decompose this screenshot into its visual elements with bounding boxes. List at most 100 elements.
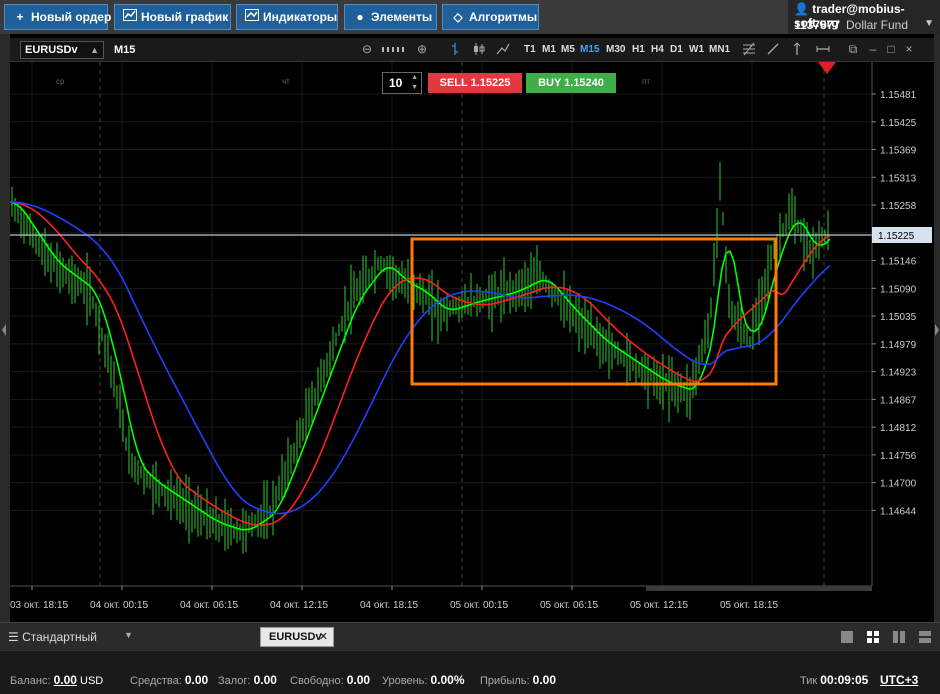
close-tab-icon[interactable]: ✕ [319,628,328,646]
right-panel-strip [934,34,940,622]
chevron-down-icon: ▲ [90,45,99,55]
moving-average-line [10,201,831,531]
layout-columns-icon[interactable] [892,630,906,644]
day-label: чт [282,77,290,86]
left-panel-strip [0,34,10,622]
moving-averages [10,201,831,531]
timeframe-m30[interactable]: M30 [606,44,625,55]
time-tick-label: 05 окт. 00:15 [450,600,508,611]
menu-icon: ☰ [8,630,19,644]
time-tick-label: 03 окт. 18:15 [10,600,68,611]
algorithms-icon: ◇ [453,10,463,24]
zoom-out-icon[interactable]: ⊖ [360,42,374,56]
margin-level-status: Уровень: 0.00% [382,673,465,687]
current-price-label: 1.15225 [878,231,915,242]
time-tick-label: 05 окт. 18:15 [720,600,778,611]
timeframe-d1[interactable]: D1 [670,44,683,55]
time-marker-triangle[interactable] [818,62,836,74]
new-chart-button[interactable]: Новый график [114,4,231,30]
time-tick-label: 04 окт. 12:15 [270,600,328,611]
algorithms-button[interactable]: ◇ Алгоритмы [442,4,539,30]
quantity-input[interactable]: 10 ▲ ▼ [382,72,422,94]
dropdown-arrow-icon: ▼ [924,18,934,29]
elements-button[interactable]: ● Элементы [344,4,437,30]
zoom-in-icon[interactable]: ⊕ [415,42,429,56]
line-chart-icon[interactable] [496,42,510,56]
layout-rows-icon[interactable] [918,630,932,644]
stepper-icon[interactable]: ▲ ▼ [411,73,418,93]
candlestick-icon[interactable] [472,42,486,56]
account-name: Dollar Fund [846,18,909,32]
close-icon[interactable]: × [902,42,916,56]
timeframe-m1[interactable]: M1 [542,44,556,55]
price-axis: 1.15481 1.15425 1.15369 1.15313 1.15258 1.152… [871,62,917,586]
indicators-button[interactable]: Индикаторы [236,4,338,30]
price-tick-label: 1.14700 [880,479,917,490]
funds-status: Средства: 0.00 [130,673,209,687]
price-chart[interactable]: ср чт пт 1.15481 1.15425 1.15369 1.15313 1.152… [10,62,934,622]
day-label: пт [642,77,650,86]
horizontal-line-icon[interactable] [816,42,830,56]
bar-chart-icon[interactable] [448,42,462,56]
layout-select[interactable]: ☰ Стандартный ▼ [8,630,133,644]
timeframe-m5[interactable]: M5 [561,44,575,55]
trading-terminal: + Новый ордер Новый график Индикаторы ● Эл… [0,0,940,694]
time-tick-label: 05 окт. 12:15 [630,600,688,611]
timezone-select[interactable]: UTC+3 [880,673,918,687]
price-tick-label: 1.14979 [880,340,917,351]
balance-status: Баланс: 0.00 USD [10,673,104,687]
user-icon: 👤 [794,2,809,16]
time-tick-label: 04 окт. 00:15 [90,600,148,611]
status-bar: Баланс: 0.00 USD Средства: 0.00 Залог: 0… [0,650,940,694]
account-selector[interactable]: 👤 trader@mobius-soft.org 1137577 Dollar … [788,0,940,34]
timeframe-h1[interactable]: H1 [632,44,645,55]
sell-button[interactable]: SELL 1.15225 [428,73,522,93]
price-tick-label: 1.15425 [880,118,917,129]
vertical-line-icon[interactable] [790,42,804,56]
chart-icon [123,5,137,29]
free-margin-status: Свободно: 0.00 [290,673,371,687]
price-tick-label: 1.15481 [880,90,917,101]
chart-header: EURUSDv ▲ M15 ⊖ ⊕ T1 M1 M5 M15 M30 H1 H4… [10,38,934,62]
price-tick-label: 1.15090 [880,284,917,295]
chart-tabs-bar: ☰ Стандартный ▼ EURUSDv ✕ [0,622,940,650]
detach-window-icon[interactable]: ⧉ [846,42,860,56]
timeframe-mn1[interactable]: MN1 [709,44,730,55]
layout-single-icon[interactable] [840,630,854,644]
collapse-right-icon [935,324,939,336]
day-label: ср [56,77,65,86]
timeframe-t1[interactable]: T1 [524,44,536,55]
price-tick-label: 1.14867 [880,395,917,406]
timeframe-h4[interactable]: H4 [651,44,664,55]
maximize-icon[interactable]: □ [884,42,898,56]
current-timeframe-label: M15 [114,44,136,56]
trend-line-icon[interactable] [766,42,780,56]
price-tick-label: 1.15035 [880,312,917,323]
price-tick-label: 1.14812 [880,423,917,434]
time-tick-label: 04 окт. 06:15 [180,600,238,611]
fibonacci-icon[interactable] [742,42,756,56]
chevron-down-icon: ▼ [124,630,133,640]
price-tick-label: 1.15258 [880,201,917,212]
main-toolbar: + Новый ордер Новый график Индикаторы ● Эл… [0,0,940,34]
collapse-left-icon [2,324,6,336]
layout-grid-icon[interactable] [866,630,880,644]
symbol-select[interactable]: EURUSDv ▲ [20,41,104,59]
buy-button[interactable]: BUY 1.15240 [526,73,616,93]
horizontal-scrollbar[interactable] [646,586,872,591]
zoom-slider[interactable] [380,42,410,56]
chart-canvas[interactable]: ср чт пт 1.15481 1.15425 1.15369 1.15313 1.152… [10,62,934,622]
chart-tab-eurusd[interactable]: EURUSDv ✕ [260,627,334,647]
candles [11,162,829,554]
indicators-icon [245,5,259,29]
timeframe-m15[interactable]: M15 [580,44,599,55]
account-number: 1137577 [794,18,841,32]
price-tick-label: 1.14923 [880,368,917,379]
minimize-icon[interactable]: – [866,42,880,56]
timeframe-w1[interactable]: W1 [689,44,704,55]
new-order-button[interactable]: + Новый ордер [4,4,111,30]
tick-time-status: Тик 00:09:05 [800,673,869,687]
price-tick-label: 1.15146 [880,257,917,268]
price-tick-label: 1.14644 [880,506,917,517]
price-tick-label: 1.14756 [880,451,917,462]
